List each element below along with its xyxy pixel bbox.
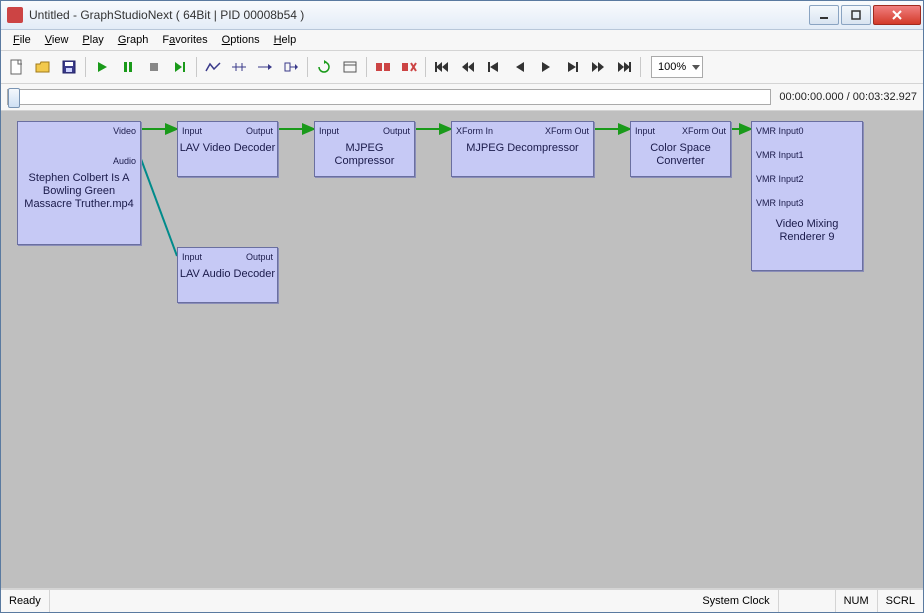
- titlebar: Untitled - GraphStudioNext ( 64Bit | PID…: [1, 1, 923, 30]
- node-lav-audio[interactable]: Input Output LAV Audio Decoder: [177, 247, 278, 303]
- node-source[interactable]: Video Audio Stephen Colbert Is A Bowling…: [17, 121, 141, 245]
- seek-rew1-icon[interactable]: [482, 55, 506, 79]
- menubar: File View Play Graph Favorites Options H…: [1, 30, 923, 51]
- open-icon[interactable]: [31, 55, 55, 79]
- seek-end-icon[interactable]: [612, 55, 636, 79]
- graph3-icon[interactable]: [253, 55, 277, 79]
- node-mjpegd-label: MJPEG Decompressor: [452, 142, 593, 155]
- stop-icon[interactable]: [142, 55, 166, 79]
- status-ready: Ready: [1, 590, 50, 612]
- filter1-icon[interactable]: [371, 55, 395, 79]
- graph1-icon[interactable]: [201, 55, 225, 79]
- save-icon[interactable]: [57, 55, 81, 79]
- step-icon[interactable]: [168, 55, 192, 79]
- node-lavv-label: LAV Video Decoder: [178, 142, 277, 155]
- pin-vmr2[interactable]: VMR Input2: [756, 174, 804, 184]
- pin-out[interactable]: Output: [246, 252, 273, 262]
- menu-help[interactable]: Help: [268, 32, 303, 48]
- seek-thumb[interactable]: [8, 88, 20, 108]
- status-clock: System Clock: [694, 590, 778, 612]
- pin-out[interactable]: XForm Out: [545, 126, 589, 136]
- minimize-button[interactable]: [809, 5, 839, 25]
- pin-audio[interactable]: Audio: [113, 156, 136, 166]
- window-buttons: [809, 5, 921, 25]
- app-window: Untitled - GraphStudioNext ( 64Bit | PID…: [0, 0, 924, 613]
- menu-file[interactable]: File: [7, 32, 37, 48]
- status-scrl: SCRL: [878, 590, 923, 612]
- node-csc-label: Color Space Converter: [631, 142, 730, 168]
- graph2-icon[interactable]: [227, 55, 251, 79]
- pin-out[interactable]: Output: [383, 126, 410, 136]
- pin-in[interactable]: Input: [182, 252, 202, 262]
- node-color-space-converter[interactable]: Input XForm Out Color Space Converter: [630, 121, 731, 177]
- node-mjpegc-label: MJPEG Compressor: [315, 142, 414, 168]
- seek-track[interactable]: [7, 89, 771, 105]
- toolbar: 100%: [1, 51, 923, 84]
- dropdown-icon: [692, 65, 700, 70]
- node-mjpeg-compressor[interactable]: Input Output MJPEG Compressor: [314, 121, 415, 177]
- node-mjpeg-decompressor[interactable]: XForm In XForm Out MJPEG Decompressor: [451, 121, 594, 177]
- refresh-icon[interactable]: [312, 55, 336, 79]
- node-lava-label: LAV Audio Decoder: [178, 268, 277, 281]
- menu-play[interactable]: Play: [76, 32, 109, 48]
- node-source-label: Stephen Colbert Is A Bowling Green Massa…: [18, 172, 140, 211]
- node-lav-video[interactable]: Input Output LAV Video Decoder: [177, 121, 278, 177]
- play-icon[interactable]: [90, 55, 114, 79]
- pause-icon[interactable]: [116, 55, 140, 79]
- close-button[interactable]: [873, 5, 921, 25]
- menu-graph[interactable]: Graph: [112, 32, 155, 48]
- seek-fwd-icon[interactable]: [534, 55, 558, 79]
- pin-vmr1[interactable]: VMR Input1: [756, 150, 804, 160]
- app-icon: [7, 7, 23, 23]
- zoom-value: 100%: [658, 61, 686, 73]
- window-title: Untitled - GraphStudioNext ( 64Bit | PID…: [29, 8, 809, 22]
- node-vmr-label: Video Mixing Renderer 9: [752, 218, 862, 244]
- seekbar-row: 00:00:00.000 / 00:03:32.927: [1, 84, 923, 111]
- pin-in[interactable]: Input: [319, 126, 339, 136]
- new-icon[interactable]: [5, 55, 29, 79]
- status-num: NUM: [836, 590, 878, 612]
- pin-out[interactable]: Output: [246, 126, 273, 136]
- timecode: 00:00:00.000 / 00:03:32.927: [779, 91, 917, 103]
- pin-video[interactable]: Video: [113, 126, 136, 136]
- menu-favorites[interactable]: Favorites: [156, 32, 213, 48]
- node-vmr9[interactable]: VMR Input0 VMR Input1 VMR Input2 VMR Inp…: [751, 121, 863, 271]
- pin-in[interactable]: Input: [182, 126, 202, 136]
- pin-vmr3[interactable]: VMR Input3: [756, 198, 804, 208]
- graph4-icon[interactable]: [279, 55, 303, 79]
- zoom-combo[interactable]: 100%: [651, 56, 703, 78]
- seek-fwd2-icon[interactable]: [586, 55, 610, 79]
- menu-view[interactable]: View: [39, 32, 75, 48]
- pin-in[interactable]: XForm In: [456, 126, 493, 136]
- seek-fwd1-icon[interactable]: [560, 55, 584, 79]
- filter2-icon[interactable]: [397, 55, 421, 79]
- seek-back-icon[interactable]: [508, 55, 532, 79]
- statusbar: Ready System Clock NUM SCRL: [1, 589, 923, 612]
- window-icon[interactable]: [338, 55, 362, 79]
- maximize-button[interactable]: [841, 5, 871, 25]
- pin-out[interactable]: XForm Out: [682, 126, 726, 136]
- graph-canvas[interactable]: Video Audio Stephen Colbert Is A Bowling…: [1, 111, 923, 589]
- seek-rew2-icon[interactable]: [456, 55, 480, 79]
- seek-start-icon[interactable]: [430, 55, 454, 79]
- menu-options[interactable]: Options: [216, 32, 266, 48]
- pin-vmr0[interactable]: VMR Input0: [756, 126, 804, 136]
- pin-in[interactable]: Input: [635, 126, 655, 136]
